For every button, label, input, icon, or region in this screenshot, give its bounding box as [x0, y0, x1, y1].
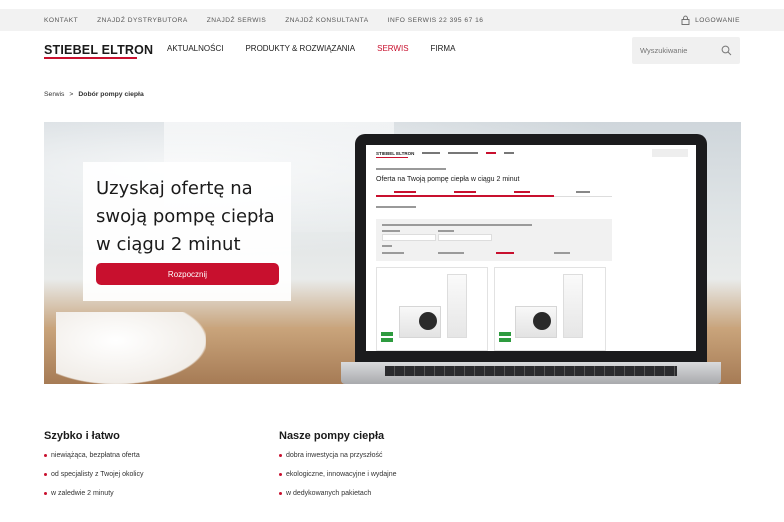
screen-nav-line [504, 152, 514, 154]
bullet-icon [44, 492, 47, 495]
screen-form-line [438, 252, 464, 254]
screen-nav-line [422, 152, 440, 154]
utility-link-find-consultant[interactable]: ZNAJDŹ KONSULTANTA [285, 17, 368, 24]
screen-steps-progress [376, 195, 554, 197]
screen-form-line [382, 252, 404, 254]
screen-steps [376, 189, 612, 197]
screen-form-line [438, 230, 454, 232]
nav-item-news[interactable]: AKTUALNOŚCI [167, 44, 223, 53]
utility-link-find-service[interactable]: ZNAJDŹ SERWIS [207, 17, 267, 24]
start-button[interactable]: Rozpocznij [96, 263, 279, 285]
screen-search [652, 149, 688, 157]
screen-step [454, 191, 476, 193]
screen-form-select [438, 234, 492, 241]
screen-product-fan [419, 312, 437, 330]
nav-item-company[interactable]: FIRMA [431, 44, 456, 53]
logo-underline [44, 57, 137, 59]
section-list: dobra inwestycja na przyszłość ekologicz… [279, 452, 397, 509]
hero-offer-card: Uzyskaj ofertę na swoją pompę ciepła w c… [83, 162, 291, 301]
screen-product-badge [499, 338, 511, 342]
screen-product-badge [381, 332, 393, 336]
list-item: ekologiczne, innowacyjne i wydajne [279, 471, 397, 490]
section-title: Szybko i łatwo [44, 430, 120, 442]
screen-form-line [554, 252, 570, 254]
list-item-text: niewiążąca, bezpłatna oferta [51, 452, 140, 459]
list-item: niewiążąca, bezpłatna oferta [44, 452, 143, 471]
list-item-text: ekologiczne, innowacyjne i wydajne [286, 471, 397, 478]
nav-item-products[interactable]: PRODUKTY & ROZWIĄZANIA [245, 44, 355, 53]
section-fast-easy: Szybko i łatwo niewiążąca, bezpłatna ofe… [44, 430, 143, 509]
login-link[interactable]: LOGOWANIE [681, 9, 740, 31]
screen-step [394, 191, 416, 193]
search-box [632, 37, 740, 64]
bullet-icon [279, 454, 282, 457]
breadcrumb-current: Dobór pompy ciepła [78, 91, 144, 98]
screen-product-card-2 [494, 267, 606, 351]
brand-logo[interactable]: STIEBEL ELTRON [44, 43, 153, 57]
screen-form-line [382, 224, 532, 226]
screen-form-select [382, 234, 436, 241]
search-icon[interactable] [721, 45, 732, 56]
bullet-icon [279, 492, 282, 495]
screen-product-indoor-unit [447, 274, 467, 338]
bullet-icon [44, 454, 47, 457]
section-title: Nasze pompy ciepła [279, 430, 385, 442]
hero-cup-image [56, 312, 206, 384]
screen-subtitle [376, 206, 416, 208]
login-label: LOGOWANIE [695, 16, 740, 24]
list-item-text: w zaledwie 2 minuty [51, 490, 114, 497]
screen-product-badge [499, 332, 511, 336]
screen-form-line [496, 252, 514, 254]
screen-nav [422, 152, 514, 154]
screen-nav-line [448, 152, 478, 154]
utility-link-contact[interactable]: KONTAKT [44, 17, 78, 24]
section-list: niewiążąca, bezpłatna oferta od specjali… [44, 452, 143, 509]
list-item: od specjalisty z Twojej okolicy [44, 471, 143, 490]
breadcrumb-separator: > [69, 91, 74, 98]
main-nav: AKTUALNOŚCI PRODUKTY & ROZWIĄZANIA SERWI… [167, 44, 455, 53]
screen-form-line [382, 230, 400, 232]
laptop-image: STIEBEL ELTRON Oferta na Twoją pompę cie… [341, 134, 721, 384]
bullet-icon [279, 473, 282, 476]
hero-title: Uzyskaj ofertę na swoją pompę ciepła w c… [96, 178, 275, 255]
screen-logo: STIEBEL ELTRON [376, 151, 415, 156]
screen-product-indoor-unit [563, 274, 583, 338]
list-item-text: dobra inwestycja na przyszłość [286, 452, 383, 459]
screen-step [576, 191, 590, 193]
laptop-keyboard [385, 366, 677, 376]
screen-breadcrumb [376, 168, 446, 170]
screen-product-badge [381, 338, 393, 342]
lock-icon [681, 15, 690, 25]
utility-links: KONTAKT ZNAJDŹ DYSTRYBUTORA ZNAJDŹ SERWI… [44, 9, 502, 31]
utility-link-service-phone[interactable]: INFO SERWIS 22 395 67 16 [388, 17, 484, 24]
screen-form-line [382, 245, 392, 247]
screen-form [376, 219, 612, 261]
breadcrumb: Serwis > Dobór pompy ciepła [44, 91, 144, 98]
screen-title: Oferta na Twoją pompę ciepła w ciągu 2 m… [376, 176, 520, 183]
screen-logo-underline [376, 157, 408, 158]
screen-product-fan [533, 312, 551, 330]
section-heat-pumps: Nasze pompy ciepła dobra inwestycja na p… [279, 430, 397, 509]
nav-item-service[interactable]: SERWIS [377, 44, 408, 53]
list-item-text: w dedykowanych pakietach [286, 490, 372, 497]
bullet-icon [44, 473, 47, 476]
list-item: dobra inwestycja na przyszłość [279, 452, 397, 471]
hero-banner: STIEBEL ELTRON Oferta na Twoją pompę cie… [44, 122, 741, 384]
laptop-screen: STIEBEL ELTRON Oferta na Twoją pompę cie… [366, 145, 696, 351]
screen-product-card-1 [376, 267, 488, 351]
list-item: w zaledwie 2 minuty [44, 490, 143, 509]
screen-step [514, 191, 530, 193]
breadcrumb-root[interactable]: Serwis [44, 91, 64, 98]
screen-nav-line-active [486, 152, 496, 154]
list-item-text: od specjalisty z Twojej okolicy [51, 471, 144, 478]
top-utility-bar: KONTAKT ZNAJDŹ DYSTRYBUTORA ZNAJDŹ SERWI… [0, 9, 784, 31]
utility-link-find-distributor[interactable]: ZNAJDŹ DYSTRYBUTORA [97, 17, 188, 24]
list-item: w dedykowanych pakietach [279, 490, 397, 509]
search-input[interactable] [640, 44, 718, 57]
